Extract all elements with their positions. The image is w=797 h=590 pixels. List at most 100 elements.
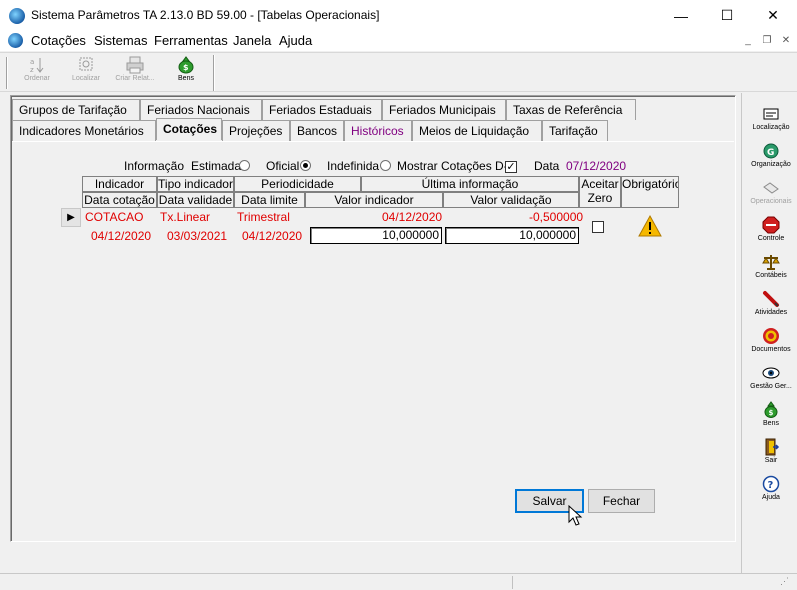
- menu-janela[interactable]: Janela: [233, 33, 271, 48]
- mdi-restore-button[interactable]: ❐: [760, 34, 774, 47]
- exit-door-icon: [765, 438, 780, 456]
- oficial-label: Oficial: [266, 159, 300, 173]
- menu-cotacoes[interactable]: Cotações: [31, 33, 86, 48]
- tab-historicos[interactable]: Históricos: [344, 120, 412, 141]
- header-obrigatorio[interactable]: Obrigatório: [621, 176, 679, 208]
- fechar-button[interactable]: Fechar: [588, 489, 655, 513]
- header-valor-validacao[interactable]: Valor validação: [443, 192, 579, 208]
- tab-tarifacao[interactable]: Tarifação: [542, 120, 608, 141]
- resize-grip-icon[interactable]: ⋰: [780, 576, 794, 589]
- mostrar-cotacoes-checkbox[interactable]: ✓: [505, 159, 517, 173]
- sidebar-ajuda-button[interactable]: ? Ajuda: [745, 475, 797, 511]
- sidebar-controle-button[interactable]: Controle: [745, 216, 797, 252]
- sidebar-gestao-button[interactable]: Gestão Ger...: [745, 364, 797, 400]
- sidebar-sair-button[interactable]: Sair: [745, 438, 797, 474]
- tab-indicadores-monetarios[interactable]: Indicadores Monetários: [12, 120, 156, 141]
- sidebar-atividades-label: Atividades: [754, 309, 788, 316]
- svg-text:$: $: [183, 63, 189, 72]
- maximize-button[interactable]: ☐: [704, 0, 750, 31]
- help-icon: ?: [762, 475, 780, 493]
- cell-ultima-valor[interactable]: -0,500000: [529, 210, 583, 224]
- oficial-radio[interactable]: [300, 160, 311, 174]
- mdi-close-button[interactable]: ✕: [779, 34, 793, 47]
- tab-feriados-nacionais[interactable]: Feriados Nacionais: [140, 99, 262, 120]
- sidebar-sair-label: Sair: [764, 457, 778, 464]
- tab-projecoes[interactable]: Projeções: [222, 120, 290, 141]
- header-periodicidade[interactable]: Periodicidade: [234, 176, 361, 192]
- stop-sign-icon: [762, 216, 780, 234]
- sidebar-controle-label: Controle: [757, 235, 785, 242]
- header-data-limite[interactable]: Data limite: [234, 192, 305, 208]
- tab-meios-liquidacao[interactable]: Meios de Liquidação: [412, 120, 542, 141]
- svg-text:z: z: [30, 66, 34, 74]
- tab-bancos[interactable]: Bancos: [290, 120, 344, 141]
- mdi-minimize-button[interactable]: _: [741, 34, 755, 47]
- sidebar-organizacao-button[interactable]: G Organização: [745, 142, 797, 178]
- assets-button[interactable]: $ Bens: [164, 56, 208, 90]
- header-data-cotacao[interactable]: Data cotação: [82, 192, 157, 208]
- printer-icon: [126, 56, 144, 74]
- menu-bar: Cotações Sistemas Ferramentas Janela Aju…: [0, 31, 797, 51]
- cell-tipo-indicador[interactable]: Tx.Linear: [160, 210, 210, 224]
- sidebar-localizacao-button[interactable]: Localização: [745, 105, 797, 141]
- aceitar-zero-checkbox[interactable]: [592, 221, 604, 236]
- estimada-radio[interactable]: [239, 160, 250, 174]
- tab-grupos-tarifacao[interactable]: Grupos de Tarifação: [12, 99, 140, 120]
- money-bag-icon: $: [764, 401, 778, 418]
- status-divider: [512, 576, 513, 589]
- sidebar-contabeis-label: Contábeis: [755, 272, 787, 279]
- menu-ferramentas[interactable]: Ferramentas: [154, 33, 228, 48]
- header-tipo-indicador[interactable]: Tipo indicador: [157, 176, 234, 192]
- minimize-button[interactable]: —: [658, 0, 704, 31]
- tab-feriados-municipais[interactable]: Feriados Municipais: [382, 99, 506, 120]
- title-bar: Sistema Parâmetros TA 2.13.0 BD 59.00 - …: [0, 0, 797, 31]
- money-bag-icon: $: [178, 56, 194, 74]
- close-button[interactable]: ✕: [750, 0, 796, 31]
- header-aceitar-zero[interactable]: Aceitar Zero: [579, 176, 621, 208]
- sidebar-documentos-button[interactable]: Documentos: [745, 327, 797, 363]
- cell-indicador[interactable]: COTACAO: [85, 210, 143, 224]
- valor-indicador-input[interactable]: 10,000000: [310, 227, 442, 244]
- tab-taxas-referencia[interactable]: Taxas de Referência: [506, 99, 636, 120]
- tab-cotacoes[interactable]: Cotações: [156, 118, 222, 140]
- sidebar-contabeis-button[interactable]: Contábeis: [745, 253, 797, 289]
- sidebar-organizacao-label: Organização: [751, 161, 791, 168]
- window-title: Sistema Parâmetros TA 2.13.0 BD 59.00 - …: [31, 8, 380, 22]
- svg-text:$: $: [769, 409, 774, 417]
- find-button[interactable]: Localizar: [64, 56, 108, 90]
- sidebar-ajuda-label: Ajuda: [762, 494, 780, 501]
- header-data-validade[interactable]: Data validade: [157, 192, 234, 208]
- sidebar-bens-button[interactable]: $ Bens: [745, 401, 797, 437]
- sidebar-operacionais-button[interactable]: Operacionais: [745, 179, 797, 215]
- create-report-button[interactable]: Criar Relat...: [113, 56, 157, 90]
- cell-data-validade[interactable]: 03/03/2021: [167, 229, 227, 243]
- sidebar-localizacao-label: Localização: [752, 124, 790, 131]
- svg-text:?: ?: [768, 480, 774, 491]
- organization-icon: G: [763, 143, 779, 159]
- toolbar-grip: [6, 57, 8, 89]
- header-indicador[interactable]: Indicador: [82, 176, 157, 192]
- find-label: Localizar: [71, 75, 100, 82]
- tab-feriados-estaduais[interactable]: Feriados Estaduais: [262, 99, 382, 120]
- cell-ultima-data[interactable]: 04/12/2020: [382, 210, 442, 224]
- row-selector-arrow-icon[interactable]: ▶: [61, 208, 81, 227]
- sidebar-gestao-label: Gestão Ger...: [750, 383, 792, 390]
- toolbar-divider: [213, 55, 215, 91]
- menu-sistemas[interactable]: Sistemas: [94, 33, 147, 48]
- sidebar-atividades-button[interactable]: Atividades: [745, 290, 797, 326]
- create-report-label: Criar Relat...: [115, 75, 155, 82]
- eye-icon: [762, 367, 780, 379]
- cell-data-cotacao[interactable]: 04/12/2020: [91, 229, 151, 243]
- header-ultima-informacao[interactable]: Última informação: [361, 176, 579, 192]
- valor-validacao-input[interactable]: 10,000000: [445, 227, 579, 244]
- cell-periodicidade[interactable]: Trimestral: [237, 210, 290, 224]
- aceitar-zero-line2: Zero: [587, 191, 613, 205]
- menu-ajuda[interactable]: Ajuda: [279, 33, 312, 48]
- indefinida-radio[interactable]: [380, 160, 391, 174]
- header-valor-indicador[interactable]: Valor indicador: [305, 192, 443, 208]
- cell-data-limite[interactable]: 04/12/2020: [242, 229, 302, 243]
- pen-icon: [763, 291, 779, 307]
- sidebar-operacionais-label: Operacionais: [750, 198, 792, 205]
- mdi-child-icon[interactable]: [8, 33, 23, 48]
- sort-button[interactable]: az Ordenar: [15, 56, 59, 90]
